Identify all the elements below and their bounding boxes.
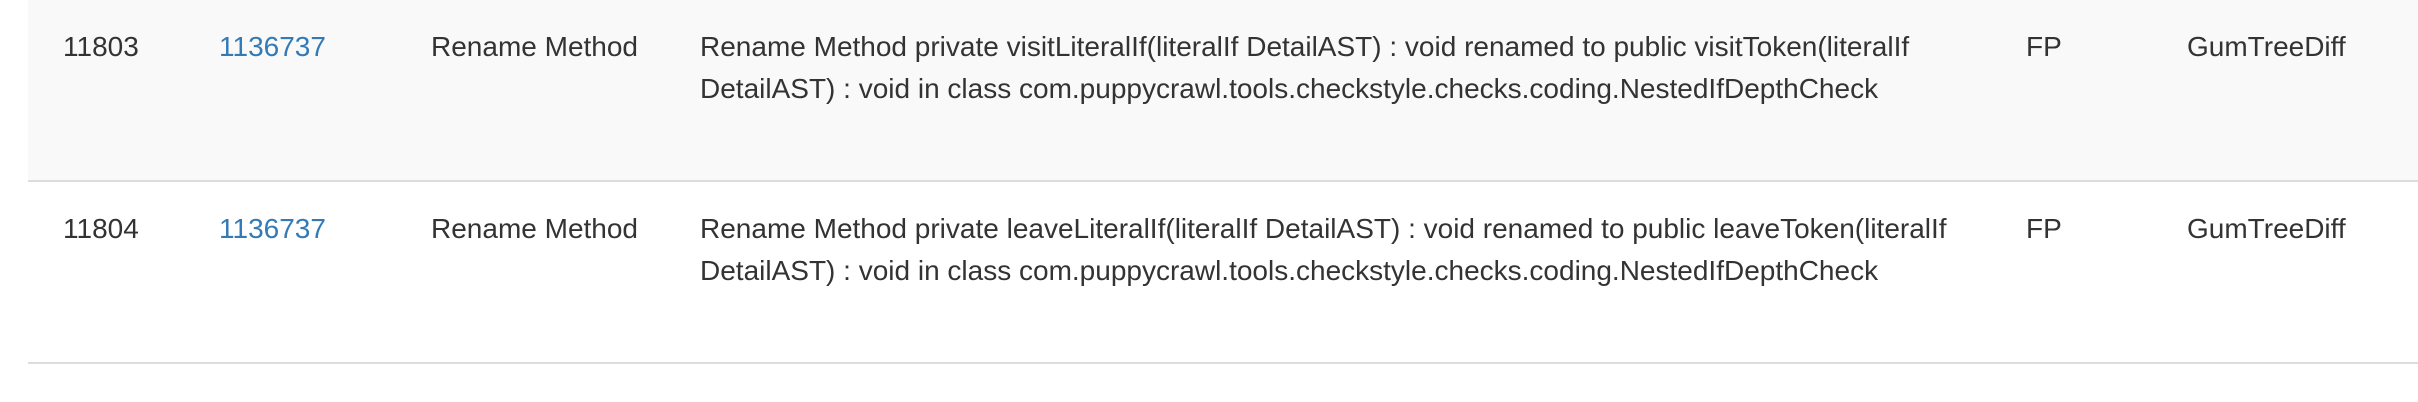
refactoring-type: Rename Method <box>397 181 688 364</box>
row-id: 11804 <box>28 181 185 364</box>
row-id: 11803 <box>28 0 185 182</box>
commit-link[interactable]: 1136737 <box>219 31 326 62</box>
refactoring-type: Rename Method <box>397 0 688 182</box>
commit-cell: 1136737 <box>185 0 397 182</box>
results-table-container: 11803 1136737 Rename Method Rename Metho… <box>28 0 2418 364</box>
table-row: 11804 1136737 Rename Method Rename Metho… <box>28 181 2418 364</box>
refactoring-description: Rename Method private leaveLiteralIf(lit… <box>688 181 1992 364</box>
detection-tool: GumTreeDiff <box>2171 181 2418 364</box>
refactoring-description: Rename Method private visitLiteralIf(lit… <box>688 0 1992 182</box>
commit-cell: 1136737 <box>185 181 397 364</box>
validation-status: FP <box>1992 181 2171 364</box>
results-table: 11803 1136737 Rename Method Rename Metho… <box>28 0 2418 364</box>
validation-status: FP <box>1992 0 2171 182</box>
detection-tool: GumTreeDiff <box>2171 0 2418 182</box>
table-row: 11803 1136737 Rename Method Rename Metho… <box>28 0 2418 182</box>
commit-link[interactable]: 1136737 <box>219 213 326 244</box>
